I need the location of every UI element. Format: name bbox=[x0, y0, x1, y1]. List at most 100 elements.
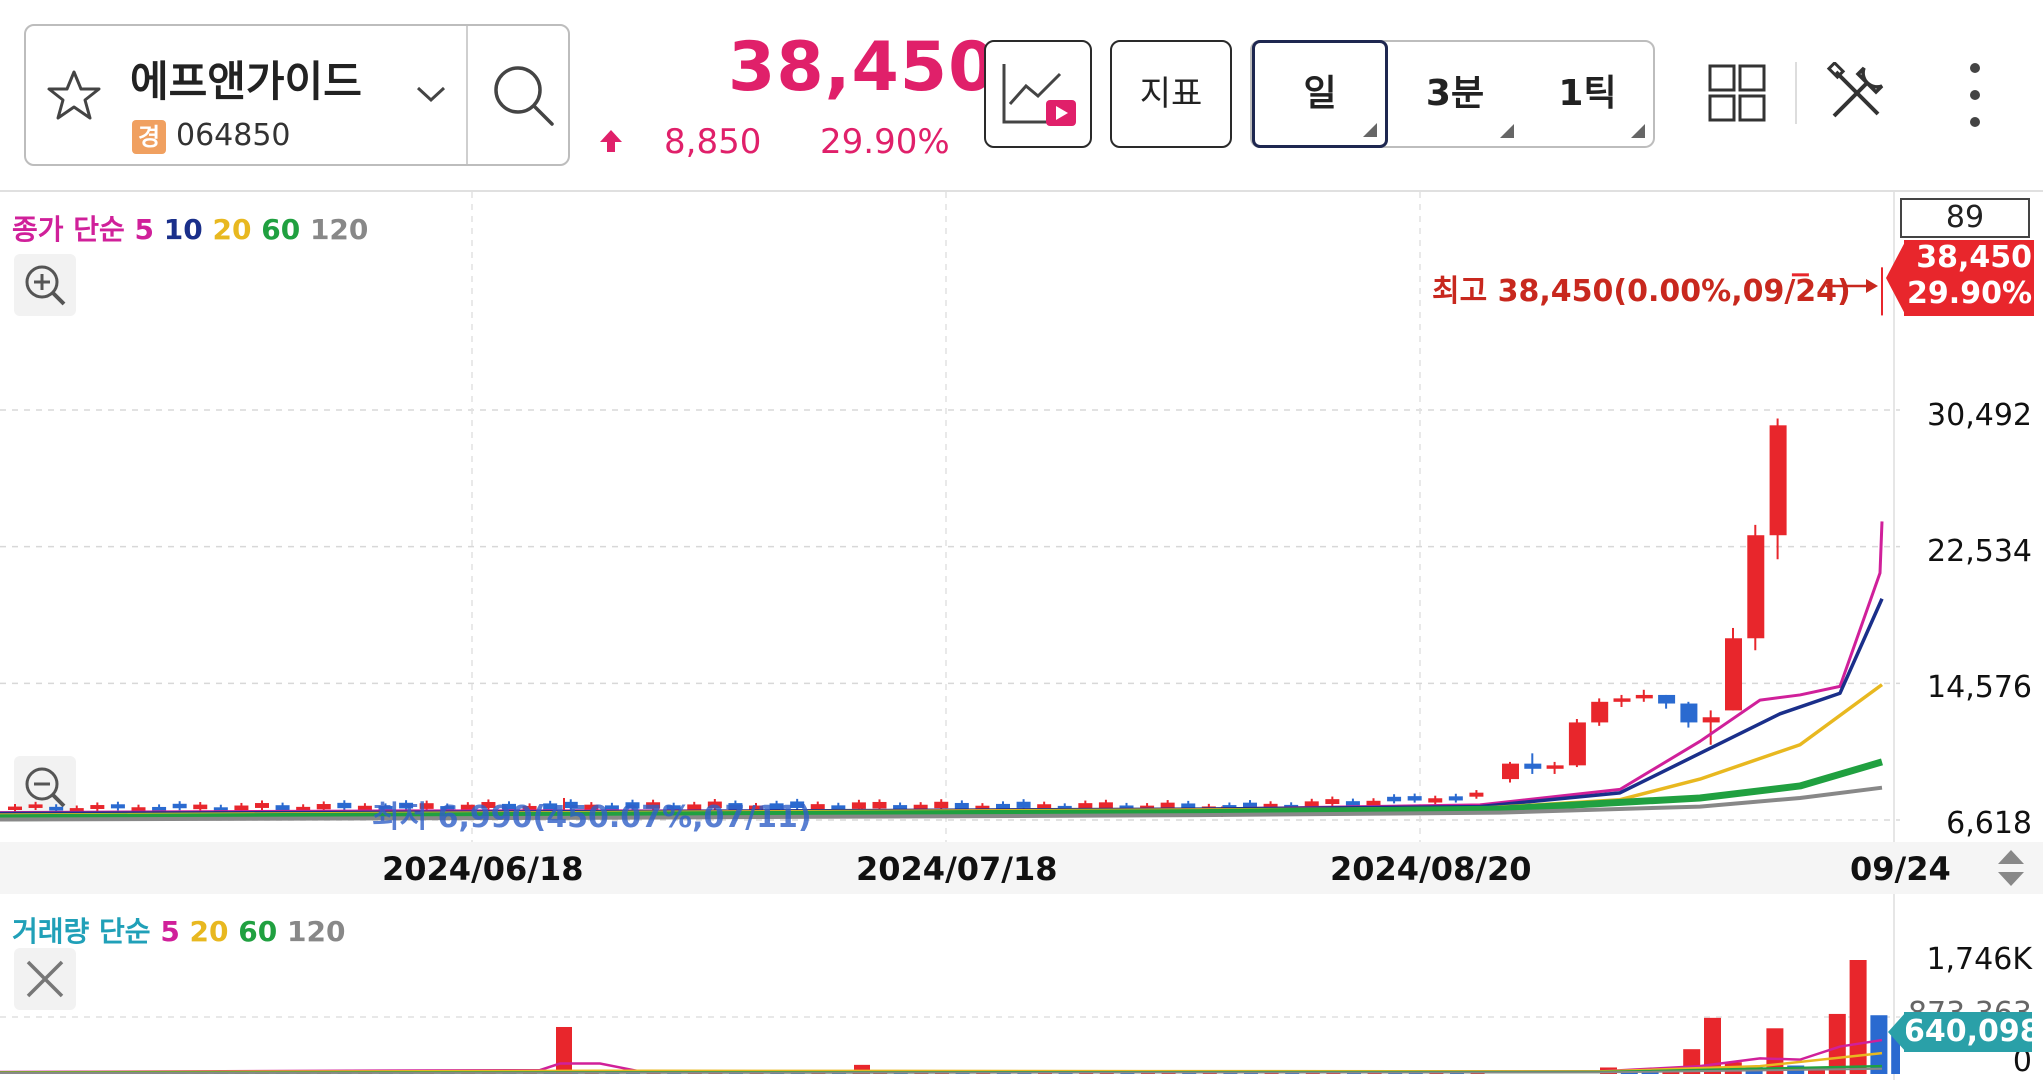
price-change: 8,850 bbox=[664, 122, 762, 162]
date-label-2: 2024/07/18 bbox=[856, 850, 1058, 888]
candle-body bbox=[1680, 703, 1698, 723]
volume-bar bbox=[556, 1026, 572, 1074]
high-annotation: 최고 38,450(0.00%,09/24) bbox=[1432, 274, 1851, 309]
period-daily[interactable]: 일 bbox=[1252, 40, 1388, 148]
grid-layout-icon[interactable] bbox=[1708, 64, 1766, 122]
date-label-3: 2024/08/20 bbox=[1330, 850, 1532, 888]
candle-body bbox=[337, 802, 352, 809]
volume-current-tag: 640,098 bbox=[1904, 1012, 2041, 1052]
dropdown-corner-icon bbox=[1631, 124, 1645, 138]
candle-body bbox=[1524, 763, 1542, 769]
candle-body bbox=[1448, 796, 1463, 801]
date-label-1: 2024/06/18 bbox=[382, 850, 584, 888]
candle-body bbox=[49, 806, 64, 811]
candle-body bbox=[193, 804, 208, 810]
candle-body bbox=[1702, 717, 1720, 723]
candle-body bbox=[1428, 798, 1443, 803]
chevron-down-icon[interactable] bbox=[414, 82, 448, 106]
candle-body bbox=[1345, 801, 1360, 806]
volume-chart[interactable] bbox=[0, 894, 1900, 1080]
candle-body bbox=[1546, 765, 1564, 769]
current-price-tag: 38,450 29.90% bbox=[1904, 240, 2034, 316]
candle-body bbox=[1304, 801, 1319, 807]
candle-body bbox=[1325, 799, 1340, 804]
market-badge: 경 bbox=[132, 120, 166, 154]
tag-pointer bbox=[1886, 240, 1906, 316]
candle-body bbox=[1387, 796, 1402, 802]
stock-code: 064850 bbox=[176, 118, 291, 153]
candle-body bbox=[316, 804, 331, 810]
y-tick-4: 6,618 bbox=[1946, 806, 2032, 841]
candle-body bbox=[1366, 800, 1381, 806]
price-change-rate: 29.90% bbox=[820, 122, 950, 162]
period-3min-label: 3분 bbox=[1425, 73, 1485, 114]
candle-body bbox=[872, 801, 887, 809]
volume-bar bbox=[1470, 1073, 1485, 1074]
up-arrow-icon bbox=[600, 130, 622, 152]
count-box: 89 bbox=[1900, 198, 2030, 238]
candle-body bbox=[172, 803, 187, 809]
period-3min[interactable]: 3분 bbox=[1388, 42, 1522, 146]
candle-body bbox=[255, 803, 269, 808]
chart-play-icon bbox=[1002, 64, 1076, 126]
volume-bar bbox=[1828, 1013, 1846, 1074]
toolbar-divider bbox=[1795, 62, 1797, 124]
chart-video-button[interactable] bbox=[984, 40, 1092, 148]
volume-bar bbox=[1326, 1073, 1341, 1074]
candle-body bbox=[8, 806, 22, 811]
dropdown-corner-icon bbox=[1500, 124, 1514, 138]
y-tick-2: 22,534 bbox=[1927, 534, 2032, 569]
period-daily-label: 일 bbox=[1303, 73, 1337, 114]
volume-tag-pointer bbox=[1888, 1012, 1906, 1052]
candle-body bbox=[28, 804, 43, 808]
candle-body bbox=[1160, 802, 1175, 809]
divider bbox=[466, 26, 468, 164]
scroll-updown-icon[interactable] bbox=[1994, 846, 2028, 890]
tools-icon[interactable] bbox=[1826, 62, 1888, 124]
date-label-4: 09/24 bbox=[1850, 850, 1951, 888]
candle-body bbox=[954, 802, 969, 810]
candle-body bbox=[110, 804, 125, 809]
stock-selector[interactable]: 에프앤가이드 경 064850 bbox=[24, 24, 570, 166]
y-tick-3: 14,576 bbox=[1927, 670, 2032, 705]
candle-body bbox=[851, 802, 866, 809]
candle-body bbox=[1658, 694, 1676, 704]
app-window: 에프앤가이드 경 064850 38,450 8,850 29.90% 지표 일 bbox=[0, 0, 2043, 1080]
ma-5-line bbox=[0, 521, 1884, 815]
period-1tick[interactable]: 1틱 bbox=[1522, 42, 1653, 146]
stock-name: 에프앤가이드 bbox=[130, 57, 362, 106]
vol-ma-20-line bbox=[0, 1051, 1883, 1074]
high-arrow-icon bbox=[1826, 279, 1878, 293]
indicator-button[interactable]: 지표 bbox=[1110, 40, 1232, 148]
candle-body bbox=[1098, 802, 1113, 809]
search-icon[interactable] bbox=[488, 60, 560, 132]
current-price: 38,450 bbox=[728, 28, 997, 107]
candle-body bbox=[1635, 694, 1653, 699]
tag-price: 38,450 bbox=[1916, 240, 2032, 275]
candle-body bbox=[1016, 801, 1031, 808]
y-tick-1: 30,492 bbox=[1927, 398, 2032, 433]
candle-body bbox=[1407, 796, 1422, 801]
candle-body bbox=[1591, 701, 1609, 723]
candle-body bbox=[234, 805, 249, 811]
period-1tick-label: 1틱 bbox=[1558, 73, 1617, 114]
candle-body bbox=[1747, 535, 1765, 639]
dropdown-corner-icon bbox=[1363, 123, 1377, 137]
candle-body bbox=[1568, 722, 1586, 766]
candle-body bbox=[275, 805, 290, 811]
candle-body bbox=[1725, 638, 1742, 711]
vol-y-tick-1: 1,746K bbox=[1926, 942, 2032, 977]
low-annotation: 최저 6,990(450.07%,07/11) bbox=[372, 800, 812, 835]
candle-body bbox=[1613, 698, 1631, 702]
candle-body bbox=[934, 801, 949, 809]
more-icon[interactable] bbox=[1960, 60, 1990, 130]
period-selector: 일 3분 1틱 bbox=[1250, 40, 1655, 148]
vol-ma-5-line bbox=[0, 1038, 1883, 1074]
indicator-label: 지표 bbox=[1139, 74, 1203, 114]
candle-body bbox=[90, 805, 105, 809]
candle-body bbox=[1502, 763, 1519, 780]
star-icon[interactable] bbox=[44, 66, 104, 126]
candle-body bbox=[1769, 425, 1787, 536]
tag-rate: 29.90% bbox=[1907, 276, 2032, 311]
candle-body bbox=[1469, 792, 1484, 797]
